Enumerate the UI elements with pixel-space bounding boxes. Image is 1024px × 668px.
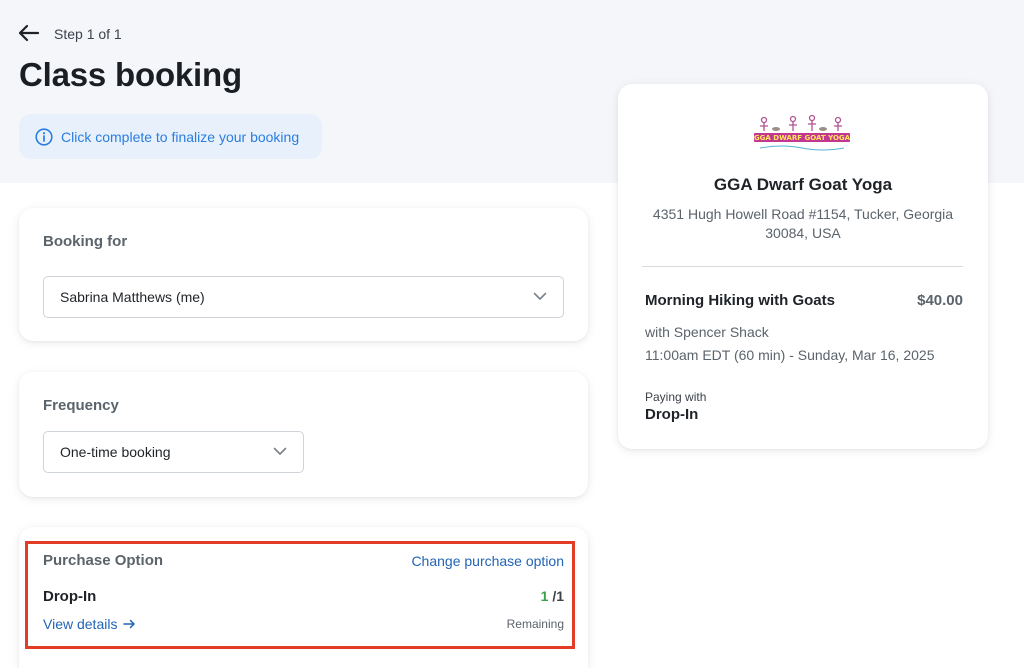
info-circle-icon: [35, 127, 53, 146]
business-logo-text: GGA DWARF GOAT YOGA: [754, 134, 851, 142]
class-name: Morning Hiking with Goats: [645, 292, 835, 309]
frequency-label: Frequency: [43, 397, 119, 414]
class-price: $40.00: [917, 292, 963, 309]
chevron-down-icon: [533, 292, 547, 300]
purchase-option-card: Purchase Option Change purchase option D…: [19, 527, 588, 668]
view-details-link[interactable]: View details: [43, 616, 136, 632]
info-banner: Click complete to finalize your booking: [19, 114, 322, 159]
frequency-card: Frequency One-time booking: [19, 372, 588, 497]
arrow-left-icon[interactable]: [18, 23, 40, 43]
arrow-right-icon: [123, 619, 136, 629]
remaining-total: /1: [552, 588, 564, 604]
summary-divider: [642, 266, 963, 267]
booking-for-value: Sabrina Matthews (me): [60, 289, 205, 305]
chevron-down-icon: [273, 447, 287, 455]
class-datetime: 11:00am EDT (60 min) - Sunday, Mar 16, 2…: [645, 347, 935, 363]
remaining-count: 1: [540, 588, 549, 604]
booking-for-card: Booking for Sabrina Matthews (me): [19, 208, 588, 341]
change-purchase-option-link[interactable]: Change purchase option: [411, 553, 564, 569]
page-title: Class booking: [19, 56, 242, 93]
purchase-option-label: Purchase Option: [43, 552, 164, 569]
frequency-select[interactable]: One-time booking: [43, 431, 304, 473]
purchase-option-name: Drop-In: [43, 588, 97, 605]
paying-with-label: Paying with: [645, 390, 707, 404]
instructor-name: with Spencer Shack: [645, 324, 769, 340]
business-address: 4351 Hugh Howell Road #1154, Tucker, Geo…: [652, 206, 954, 241]
view-details-label: View details: [43, 616, 118, 632]
business-logo: GGA DWARF GOAT YOGA: [754, 114, 851, 151]
booking-for-label: Booking for: [43, 233, 128, 250]
step-indicator: Step 1 of 1: [54, 26, 122, 42]
paying-with-value: Drop-In: [645, 406, 699, 423]
booking-for-select[interactable]: Sabrina Matthews (me): [43, 276, 564, 318]
remaining-counter: 1 /1: [541, 588, 564, 604]
frequency-value: One-time booking: [60, 444, 171, 460]
business-name: GGA Dwarf Goat Yoga: [713, 175, 893, 194]
info-banner-text: Click complete to finalize your booking: [61, 128, 300, 145]
remaining-label: Remaining: [506, 617, 564, 631]
